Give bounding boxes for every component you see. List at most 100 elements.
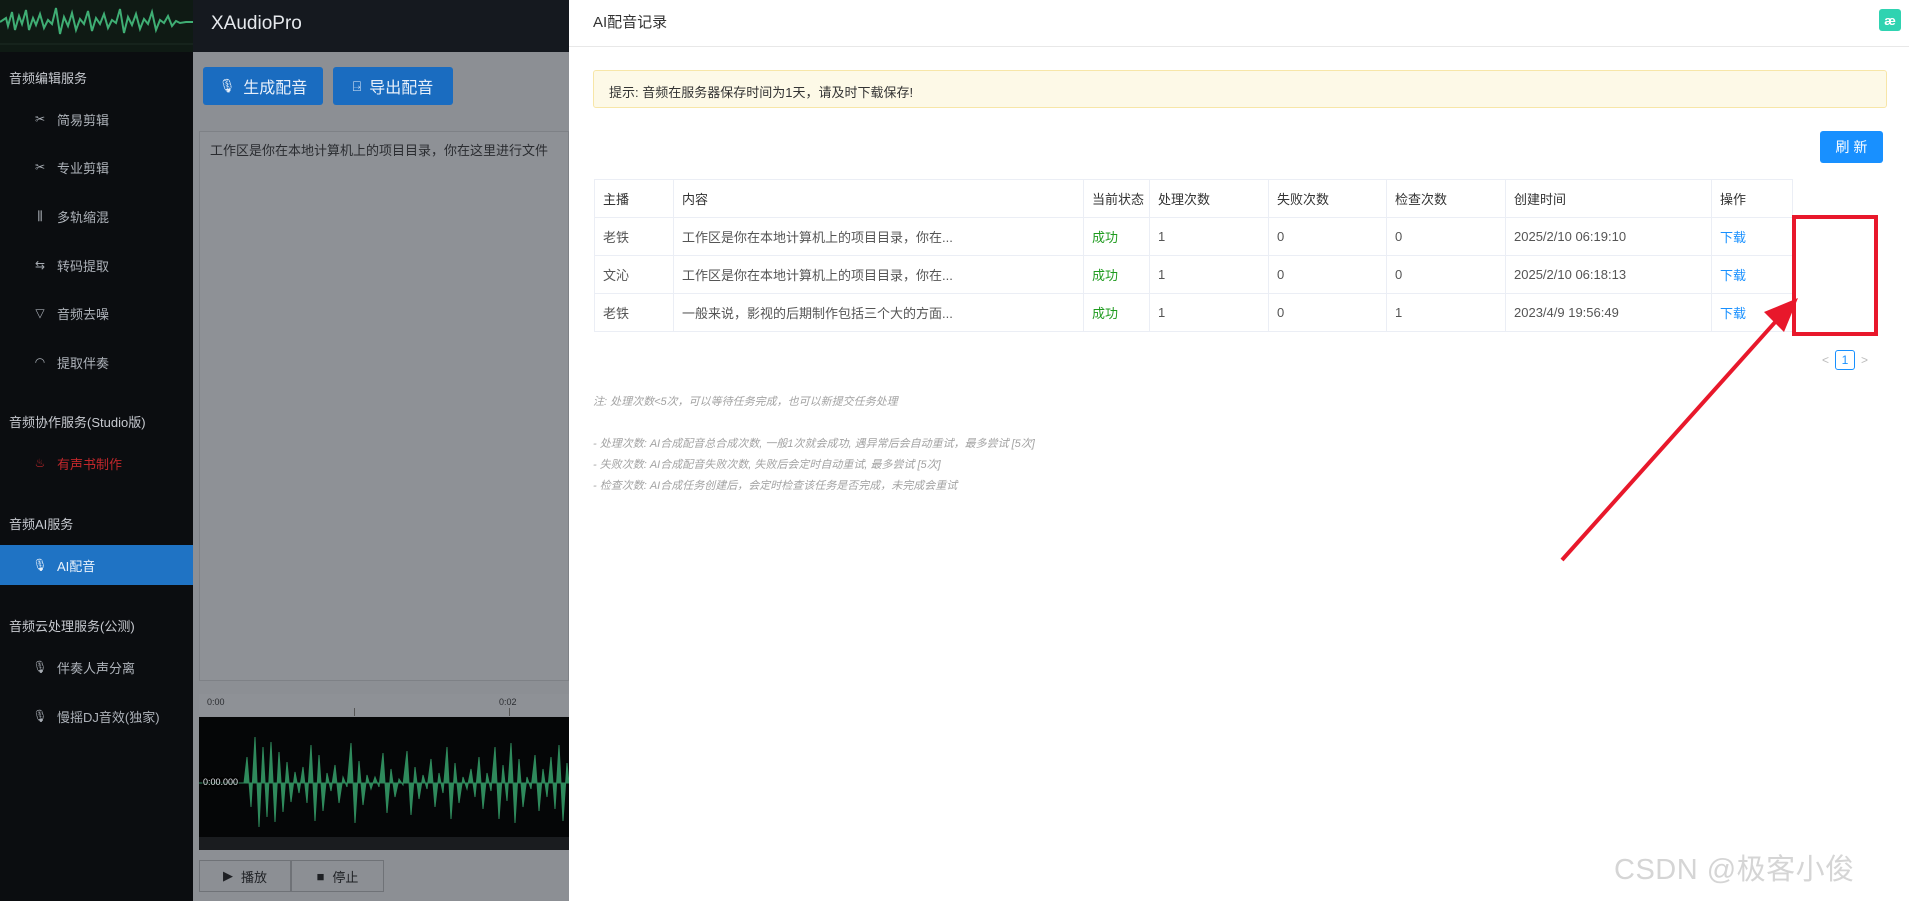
waveform[interactable]: 0:00.000: [199, 717, 569, 850]
cell-action: 下载: [1711, 255, 1793, 294]
cell-fail-count: 0: [1268, 217, 1387, 256]
sidebar-item-label: 多轨缩混: [57, 209, 110, 225]
sidebar-item-vocal-separation[interactable]: 🎙 伴奏人声分离: [0, 647, 193, 687]
microphone-icon: 🎙: [32, 558, 48, 572]
cell-process-count: 1: [1149, 255, 1269, 294]
column-header: 检查次数: [1386, 179, 1506, 218]
drawer-title: AI配音记录: [593, 14, 668, 31]
sidebar-group-studio: 音频协作服务(Studio版): [9, 415, 146, 430]
cell-fail-count: 0: [1268, 255, 1387, 294]
sidebar-item-label: 音频去噪: [57, 306, 110, 322]
note-line: 注: 处理次数<5次，可以等待任务完成，也可以新提交任务处理: [593, 396, 898, 408]
timeline-start-label: 0:00: [207, 697, 225, 707]
sidebar-item-label: 简易剪辑: [57, 112, 110, 128]
scissors-icon: ✂: [34, 160, 46, 174]
download-link[interactable]: 下载: [1720, 230, 1746, 245]
cell-process-count: 1: [1149, 293, 1269, 332]
play-label: 播放: [240, 869, 267, 885]
app-title: XAudioPro: [211, 13, 302, 34]
column-header: 处理次数: [1149, 179, 1269, 218]
sidebar-group-ai: 音频AI服务: [9, 517, 74, 532]
column-header: 内容: [673, 179, 1084, 218]
pagination: < 1 >: [1822, 349, 1868, 371]
play-icon: ▶: [222, 868, 233, 883]
generate-dubbing-label: 生成配音: [243, 80, 308, 97]
text-editor[interactable]: 工作区是你在本地计算机上的项目目录，你在这里进行文件: [199, 131, 569, 681]
sidebar-item-accompaniment[interactable]: ◠ 提取伴奏: [0, 342, 193, 382]
generate-dubbing-button[interactable]: 🎙 生成配音: [203, 67, 323, 105]
cell-content: 工作区是你在本地计算机上的项目目录，你在...: [673, 217, 1084, 256]
stop-button[interactable]: ■ 停止: [291, 860, 384, 892]
fire-icon: ♨: [34, 456, 46, 470]
timeline-mid-label: 0:02: [499, 697, 517, 707]
cell-check-count: 0: [1386, 217, 1506, 256]
watermark: CSDN @极客小俊: [1614, 854, 1855, 886]
sidebar-group-cloud: 音频云处理服务(公测): [9, 619, 135, 634]
sidebar-item-multitrack[interactable]: ⫼ 多轨缩混: [0, 196, 193, 236]
table-row: 文沁 工作区是你在本地计算机上的项目目录，你在... 成功 1 0 0 2025…: [594, 255, 1793, 294]
cell-status: 成功: [1083, 255, 1150, 294]
refresh-button[interactable]: 刷 新: [1820, 131, 1883, 163]
cell-content: 工作区是你在本地计算机上的项目目录，你在...: [673, 255, 1084, 294]
cell-created-time: 2025/2/10 06:18:13: [1505, 255, 1712, 294]
waveform-logo: [0, 0, 193, 52]
cell-action: 下载: [1711, 217, 1793, 256]
cursor-time-label: 0:00.000: [202, 777, 240, 787]
note-line: - 检查次数: AI合成任务创建后，会定时检查该任务是否完成，未完成会重试: [593, 480, 958, 492]
cell-fail-count: 0: [1268, 293, 1387, 332]
cell-status: 成功: [1083, 217, 1150, 256]
sidebar-item-label: 有声书制作: [57, 456, 123, 472]
sidebar-item-label: AI配音: [57, 558, 96, 574]
next-page-button[interactable]: >: [1861, 353, 1868, 367]
note-line: - 失败次数: AI合成配音失败次数, 失败后会定时自动重试, 最多尝试 [5次…: [593, 459, 941, 471]
filter-icon: ▽: [35, 306, 45, 320]
close-icon[interactable]: æ: [1879, 9, 1901, 31]
export-dubbing-button[interactable]: ⍈ 导出配音: [333, 67, 453, 105]
column-header: 主播: [594, 179, 674, 218]
sidebar-item-label: 伴奏人声分离: [57, 660, 136, 676]
headphones-icon: ◠: [34, 355, 46, 369]
sidebar-item-label: 专业剪辑: [57, 160, 110, 176]
page-number-button[interactable]: 1: [1835, 350, 1856, 370]
table-row: 老铁 工作区是你在本地计算机上的项目目录，你在... 成功 1 0 0 2025…: [594, 217, 1793, 256]
note-line: - 处理次数: AI合成配音总合成次数, 一般1次就会成功, 遇异常后会自动重试…: [593, 438, 1035, 450]
sidebar-item-audiobook[interactable]: ♨ 有声书制作: [0, 443, 193, 483]
download-link[interactable]: 下载: [1720, 268, 1746, 283]
sidebar-group-audio-edit: 音频编辑服务: [9, 71, 88, 86]
notice-alert: 提示: 音频在服务器保存时间为1天，请及时下载保存!: [593, 70, 1887, 108]
cell-status: 成功: [1083, 293, 1150, 332]
cell-anchor: 老铁: [594, 293, 674, 332]
cell-anchor: 文沁: [594, 255, 674, 294]
column-header: 操作: [1711, 179, 1793, 218]
swap-icon: ⇆: [34, 258, 46, 272]
sidebar-item-label: 转码提取: [57, 258, 110, 274]
cell-check-count: 1: [1386, 293, 1506, 332]
export-icon: ⍈: [352, 77, 362, 94]
sidebar-item-ai-dubbing[interactable]: 🎙 AI配音: [0, 545, 193, 585]
sidebar-item-label: 提取伴奏: [57, 355, 110, 371]
sidebar-item-transcode[interactable]: ⇆ 转码提取: [0, 245, 193, 285]
column-header: 创建时间: [1505, 179, 1712, 218]
timeline-ruler: 0:00 0:02: [199, 694, 569, 716]
sidebar-item-pro-edit[interactable]: ✂ 专业剪辑: [0, 147, 193, 187]
scissors-icon: ✂: [34, 112, 46, 126]
sidebar-item-label: 慢摇DJ音效(独家): [57, 709, 160, 725]
microphone-icon: 🎙: [32, 709, 48, 723]
equalizer-icon: ⫼: [37, 208, 43, 223]
help-notes: 注: 处理次数<5次，可以等待任务完成，也可以新提交任务处理 - 处理次数: A…: [593, 392, 1035, 497]
column-header: 失败次数: [1268, 179, 1387, 218]
cell-check-count: 0: [1386, 255, 1506, 294]
table-header-row: 主播 内容 当前状态 处理次数 失败次数 检查次数 创建时间 操作: [594, 179, 1793, 218]
sidebar-item-dj-effect[interactable]: 🎙 慢摇DJ音效(独家): [0, 696, 193, 736]
sidebar-item-denoise[interactable]: ▽ 音频去噪: [0, 293, 193, 333]
annotation-arrow: [1560, 298, 1798, 562]
play-button[interactable]: ▶ 播放: [199, 860, 291, 892]
column-header: 当前状态: [1083, 179, 1150, 218]
sidebar: 音频编辑服务 ✂ 简易剪辑 ✂ 专业剪辑 ⫼ 多轨缩混 ⇆ 转码提取 ▽ 音频去…: [0, 0, 193, 901]
microphone-icon: 🎙: [32, 660, 48, 674]
cell-process-count: 1: [1149, 217, 1269, 256]
sidebar-item-simple-edit[interactable]: ✂ 简易剪辑: [0, 99, 193, 139]
stop-label: 停止: [332, 869, 359, 885]
prev-page-button[interactable]: <: [1822, 353, 1829, 367]
microphone-icon: 🎙: [218, 78, 236, 93]
